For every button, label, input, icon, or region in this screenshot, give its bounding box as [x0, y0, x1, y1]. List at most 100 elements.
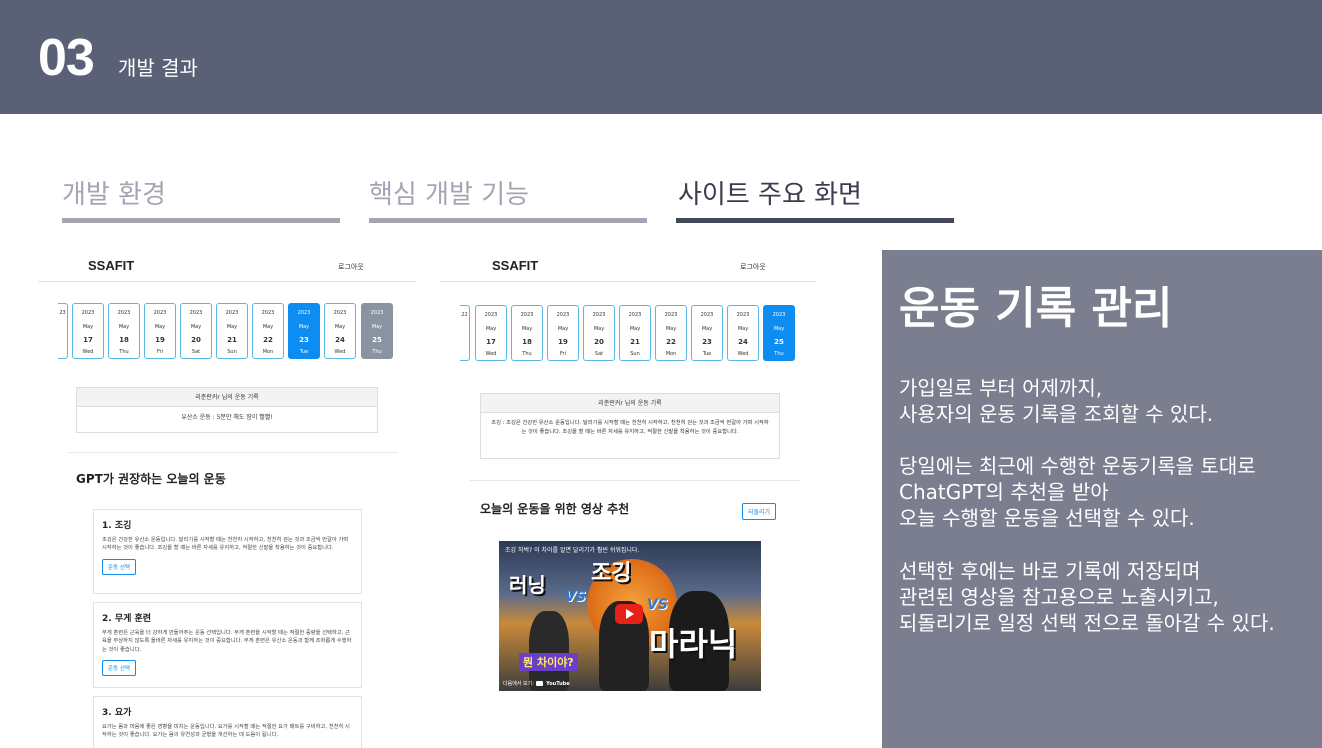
date-weekday: Thu	[522, 351, 532, 357]
date-card[interactable]: 2023 May 18 Thu	[108, 303, 140, 359]
vs-label: VS	[565, 589, 586, 605]
navbar-divider	[38, 281, 416, 282]
exercise-desc: 요가는 몸과 마음에 좋은 영향을 미치는 운동입니다. 요가를 시작할 때는 …	[102, 724, 350, 739]
youtube-logo-icon	[536, 681, 544, 686]
date-weekday: Wed	[82, 349, 94, 355]
brand-logo[interactable]: SSAFIT	[492, 258, 538, 273]
date-month: May	[773, 326, 785, 332]
date-card[interactable]: 2023 May 17 Wed	[72, 303, 104, 359]
paragraph-line: 관련된 영상을 참고용으로 노출시키고,	[899, 585, 1219, 609]
date-card-partial[interactable]: 22	[460, 305, 470, 361]
select-exercise-button[interactable]: 운동 선택	[102, 660, 136, 677]
tab-underline	[62, 218, 340, 223]
tab-main-screens[interactable]: 사이트 주요 화면	[678, 174, 862, 211]
date-card[interactable]: 2023 May 17 Wed	[475, 305, 507, 361]
video-caption-jogging: 조깅	[591, 561, 632, 586]
date-weekday: Wed	[334, 349, 346, 355]
date-weekday: Thu	[774, 351, 784, 357]
date-day: 22	[263, 336, 273, 344]
description-panel: 운동 기록 관리 가입일로 부터 어제까지, 사용자의 운동 기록을 조회할 수…	[882, 250, 1322, 748]
youtube-embed[interactable]: 조깅 허벅? 이 차이를 알면 달리기가 훨씬 쉬워집니다. 러닝 조깅 마라닉…	[499, 541, 761, 691]
date-weekday: Thu	[372, 349, 382, 355]
select-exercise-button[interactable]: 운동 선택	[102, 558, 136, 575]
record-text: 조깅 : 조깅은 건강한 유산소 운동입니다. 달리기를 시작할 때는 천천히 …	[491, 420, 769, 435]
section-divider	[470, 480, 800, 481]
date-month: May	[485, 326, 497, 332]
date-weekday: Thu	[119, 349, 129, 355]
date-day: 25	[372, 336, 382, 344]
date-year: 2023	[484, 312, 498, 318]
date-day: 18	[119, 336, 129, 344]
date-card[interactable]: 2023 May 20 Sat	[583, 305, 615, 361]
date-day: 21	[630, 338, 640, 346]
vs-label: VS	[647, 597, 668, 613]
date-card[interactable]: 2023 May 23 Tue	[691, 305, 723, 361]
brand-logo[interactable]: SSAFIT	[88, 258, 134, 273]
record-text: 유산소 운동 : 5분만 해도 땀이 뻘뻘!	[181, 414, 273, 421]
date-year: 2023	[153, 310, 167, 316]
date-weekday: Fri	[157, 349, 163, 355]
date-weekday: Wed	[485, 351, 497, 357]
date-card[interactable]: 2023 May 22 Mon	[655, 305, 687, 361]
date-card[interactable]: 2023 May 21 Sun	[619, 305, 651, 361]
date-day: 17	[83, 336, 93, 344]
date-weekday: Wed	[737, 351, 749, 357]
logout-link[interactable]: 로그아웃	[740, 262, 766, 272]
date-day: 24	[738, 338, 748, 346]
date-card[interactable]: 2023 May 24 Wed	[727, 305, 759, 361]
date-year: 2023	[772, 312, 786, 318]
date-card[interactable]: 2023 May 18 Thu	[511, 305, 543, 361]
video-section-title: 오늘의 운동을 위한 영상 추천	[480, 502, 630, 516]
watch-on-youtube[interactable]: 다음에서 보기: YouTube	[503, 680, 570, 687]
exercise-title: 2. 무게 훈련	[102, 614, 152, 624]
date-year: 2023	[225, 310, 239, 316]
date-weekday: Tue	[702, 351, 712, 357]
video-caption-running: 러닝	[509, 573, 546, 597]
date-month: May	[737, 326, 749, 332]
tab-dev-environment[interactable]: 개발 환경	[62, 174, 166, 211]
date-weekday: Sun	[630, 351, 640, 357]
date-card-partial[interactable]: 23	[58, 303, 68, 359]
date-month: May	[629, 326, 641, 332]
record-box: 리춘란커r 님의 운동 기록 유산소 운동 : 5분만 해도 땀이 뻘뻘!	[76, 387, 378, 433]
date-card-selected[interactable]: 2023 May 23 Tue	[288, 303, 320, 359]
section-subtitle: 개발 결과	[118, 56, 198, 80]
date-day: 21	[227, 336, 237, 344]
video-caption-question: 뭔 차이야?	[519, 653, 578, 671]
date-year: 2023	[333, 310, 347, 316]
date-card[interactable]: 2023 May 22 Mon	[252, 303, 284, 359]
date-month: May	[190, 324, 202, 330]
date-year: 2023	[628, 312, 642, 318]
date-card[interactable]: 2023 May 21 Sun	[216, 303, 248, 359]
date-month: May	[334, 324, 346, 330]
slide-header: 03 개발 결과	[0, 0, 1322, 114]
date-card[interactable]: 2023 May 19 Fri	[547, 305, 579, 361]
date-year: 2023	[700, 312, 714, 318]
paragraph-line: 사용자의 운동 기록을 조회할 수 있다.	[899, 402, 1214, 426]
play-button-icon[interactable]	[615, 604, 643, 624]
date-card[interactable]: 2023 May 20 Sat	[180, 303, 212, 359]
tab-core-features[interactable]: 핵심 개발 기능	[369, 174, 529, 211]
runner-figure	[529, 611, 569, 691]
date-day: 17	[486, 338, 496, 346]
date-card[interactable]: 2023 May 19 Fri	[144, 303, 176, 359]
date-card[interactable]: 2023 May 24 Wed	[324, 303, 356, 359]
date-weekday: Mon	[262, 349, 274, 355]
screenshot-record-page: SSAFIT 로그아웃 23 2023 May 17 Wed 2023 May …	[38, 250, 418, 748]
date-card-selected[interactable]: 2023 May 25 Thu	[763, 305, 795, 361]
date-month: May	[593, 326, 605, 332]
date-day: 19	[558, 338, 568, 346]
date-year: 2023	[117, 310, 131, 316]
undo-button[interactable]: 되돌리기	[742, 503, 777, 520]
date-year: 2023	[556, 312, 570, 318]
date-weekday: Tue	[299, 349, 309, 355]
panel-title: 운동 기록 관리	[899, 283, 1173, 334]
section-divider	[68, 452, 398, 453]
paragraph-line: 당일에는 최근에 수행한 운동기록을 토대로	[899, 454, 1256, 478]
paragraph-save: 선택한 후에는 바로 기록에 저장되며 관련된 영상을 참고용으로 노출시키고,…	[899, 558, 1275, 636]
tab-underline	[369, 218, 647, 223]
date-year: 2023	[664, 312, 678, 318]
exercise-title: 3. 요가	[102, 708, 132, 718]
logout-link[interactable]: 로그아웃	[338, 262, 364, 272]
date-year: 2023	[261, 310, 275, 316]
